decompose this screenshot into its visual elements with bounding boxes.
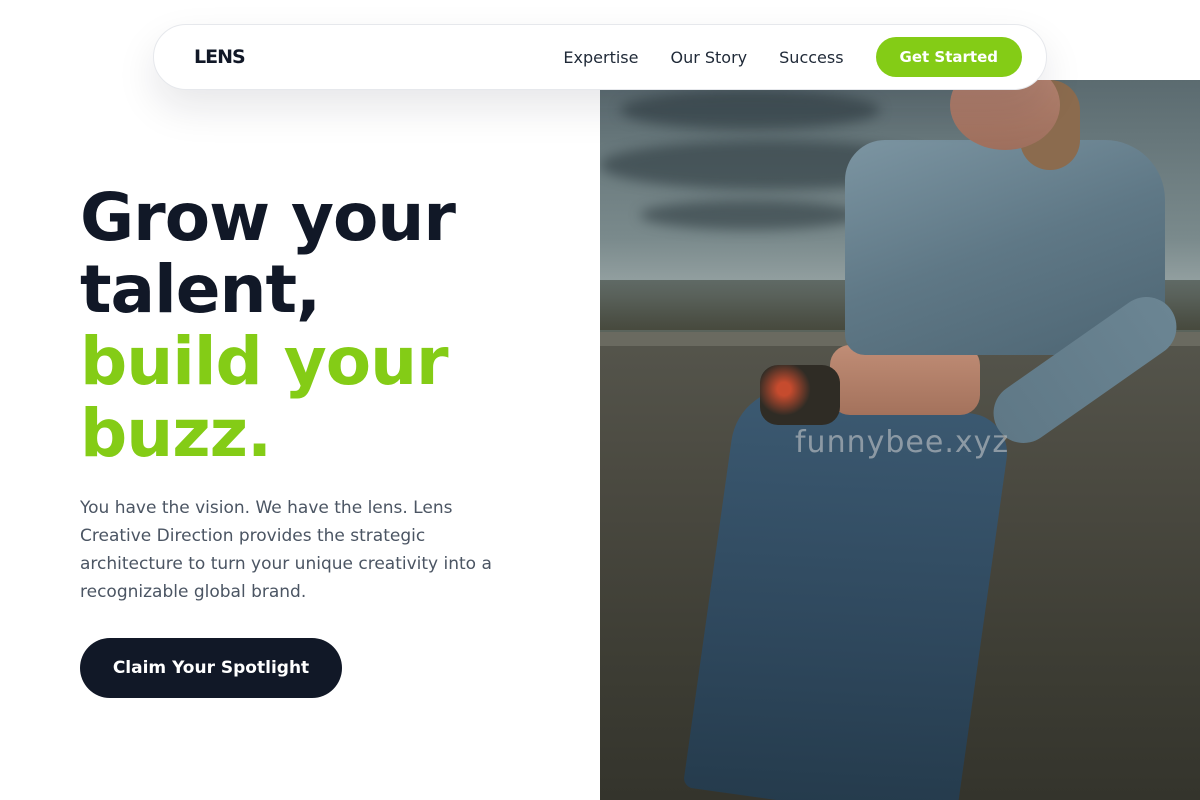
hero-lead-text: You have the vision. We have the lens. L… <box>80 498 492 602</box>
logo[interactable]: LENS <box>194 46 246 68</box>
nav-link-our-story[interactable]: Our Story <box>670 48 747 67</box>
hero-headline: Grow your talent, build your buzz. <box>80 182 580 470</box>
nav-link-expertise[interactable]: Expertise <box>563 48 638 67</box>
headline-line-1: Grow your <box>80 179 456 256</box>
hero-photo: funnybee.xyz <box>600 80 1200 800</box>
headline-line-3: build your <box>80 323 449 400</box>
headline-line-2: talent, <box>80 251 321 328</box>
nav-link-success[interactable]: Success <box>779 48 843 67</box>
claim-spotlight-button[interactable]: Claim Your Spotlight <box>80 638 342 698</box>
cloud <box>640 200 860 230</box>
headline-line-4: buzz. <box>80 395 272 472</box>
cloud <box>620 90 880 130</box>
person-midriff <box>830 345 980 415</box>
get-started-button[interactable]: Get Started <box>875 37 1022 77</box>
nav-links: Expertise Our Story Success <box>563 48 843 67</box>
beaded-bag <box>760 365 840 425</box>
navbar: LENS Expertise Our Story Success Get Sta… <box>153 24 1047 90</box>
image-watermark: funnybee.xyz <box>795 425 1010 460</box>
